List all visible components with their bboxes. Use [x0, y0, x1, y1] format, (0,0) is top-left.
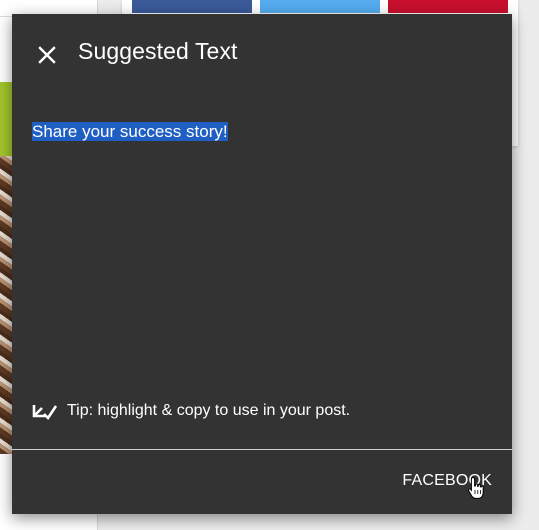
- suggested-text-dialog: Suggested Text Share your success story!…: [12, 14, 512, 514]
- background-photo: [0, 156, 12, 454]
- close-icon: [38, 46, 56, 64]
- screen: Suggested Text Share your success story!…: [0, 0, 539, 530]
- background-green-banner: [0, 82, 12, 156]
- footer-divider: [12, 449, 512, 450]
- suggested-text-body[interactable]: Share your success story!: [32, 122, 228, 142]
- check-arrow-icon: [32, 405, 58, 421]
- facebook-share-button[interactable]: [132, 0, 252, 13]
- twitter-share-button[interactable]: [260, 0, 380, 13]
- pinterest-share-button[interactable]: [388, 0, 508, 13]
- close-button[interactable]: [32, 40, 62, 70]
- tip-text: Tip: highlight & copy to use in your pos…: [67, 402, 351, 419]
- selected-text[interactable]: Share your success story!: [32, 122, 228, 141]
- tip-row: Tip: highlight & copy to use in your pos…: [32, 400, 350, 422]
- facebook-button[interactable]: FACEBOOK: [402, 472, 492, 490]
- dialog-title: Suggested Text: [78, 38, 238, 64]
